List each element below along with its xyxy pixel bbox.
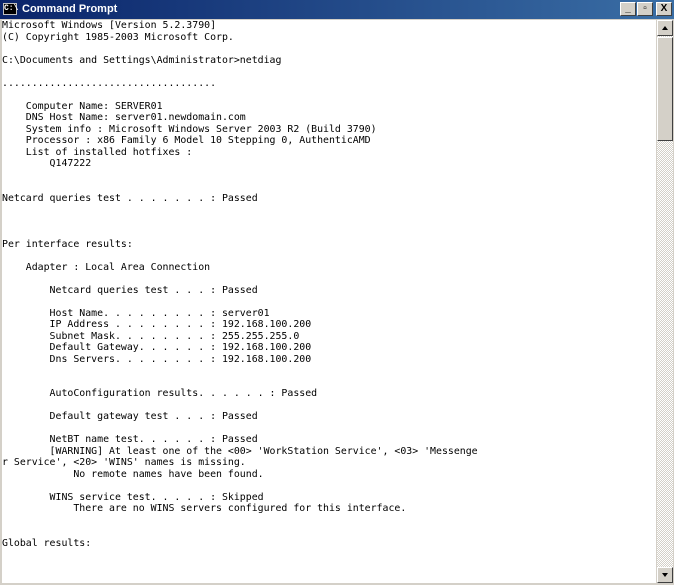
scroll-up-button[interactable] [657,20,673,36]
arrow-up-icon [662,26,668,30]
console-line: [WARNING] At least one of the <00> 'Work… [2,445,478,457]
vertical-scrollbar[interactable] [657,20,673,583]
close-button[interactable]: X [656,2,672,16]
console-line: NetBT name test. . . . . . : Passed [2,434,258,445]
console-line: DNS Host Name: server01.newdomain.com [2,112,246,123]
console-line: Netcard queries test . . . : Passed [2,284,258,296]
console-line: IP Address . . . . . . . . : 192.168.100… [2,319,312,330]
arrow-down-icon [662,573,668,577]
maximize-button[interactable]: ▫ [637,2,653,16]
console-line: (C) Copyright 1985-2003 Microsoft Corp. [2,31,234,43]
console-line: Subnet Mask. . . . . . . . : 255.255.255… [2,330,300,342]
minimize-button[interactable]: _ [620,2,636,16]
scroll-down-button[interactable] [657,567,673,583]
console-line: Adapter : Local Area Connection [2,261,211,273]
console-line: System info : Microsoft Windows Server 2… [2,123,377,135]
scrollbar-thumb[interactable] [657,37,673,141]
console-line: Netcard queries test . . . . . . . : Pas… [2,192,258,204]
console-output[interactable]: Microsoft Windows [Version 5.2.3790] (C) … [2,20,656,583]
console-line: Microsoft Windows [Version 5.2.3790] [2,20,217,31]
console-line: Computer Name: SERVER01 [2,100,163,112]
console-line: C:\Documents and Settings\Administrator>… [2,54,282,66]
console-line: Default Gateway. . . . . . : 192.168.100… [2,342,312,353]
console-line: There are no WINS servers configured for… [2,503,407,514]
console-line: Host Name. . . . . . . . . : server01 [2,307,270,319]
console-line: Global results: [2,537,92,549]
console-line: Per interface results: [2,238,133,250]
title-bar[interactable]: C:\ Command Prompt _ ▫ X [0,0,674,19]
console-line: .................................... [2,77,217,89]
console-line: r Service', <20> 'WINS' names is missing… [2,457,246,468]
console-line: AutoConfiguration results. . . . . . : P… [2,388,318,399]
console-line: No remote names have been found. [2,468,264,480]
console-line: Dns Servers. . . . . . . . : 192.168.100… [2,353,312,365]
console-line: Default gateway test . . . : Passed [2,411,258,422]
console-line: Processor : x86 Family 6 Model 10 Steppi… [2,135,371,146]
console-line: Q147222 [2,158,92,169]
console-line: WINS service test. . . . . : Skipped [2,491,264,503]
command-prompt-window: C:\ Command Prompt _ ▫ X Microsoft Windo… [0,0,674,585]
console-line: List of installed hotfixes : [2,146,193,158]
console-icon[interactable]: C:\ [3,3,18,15]
window-title: Command Prompt [22,3,118,15]
